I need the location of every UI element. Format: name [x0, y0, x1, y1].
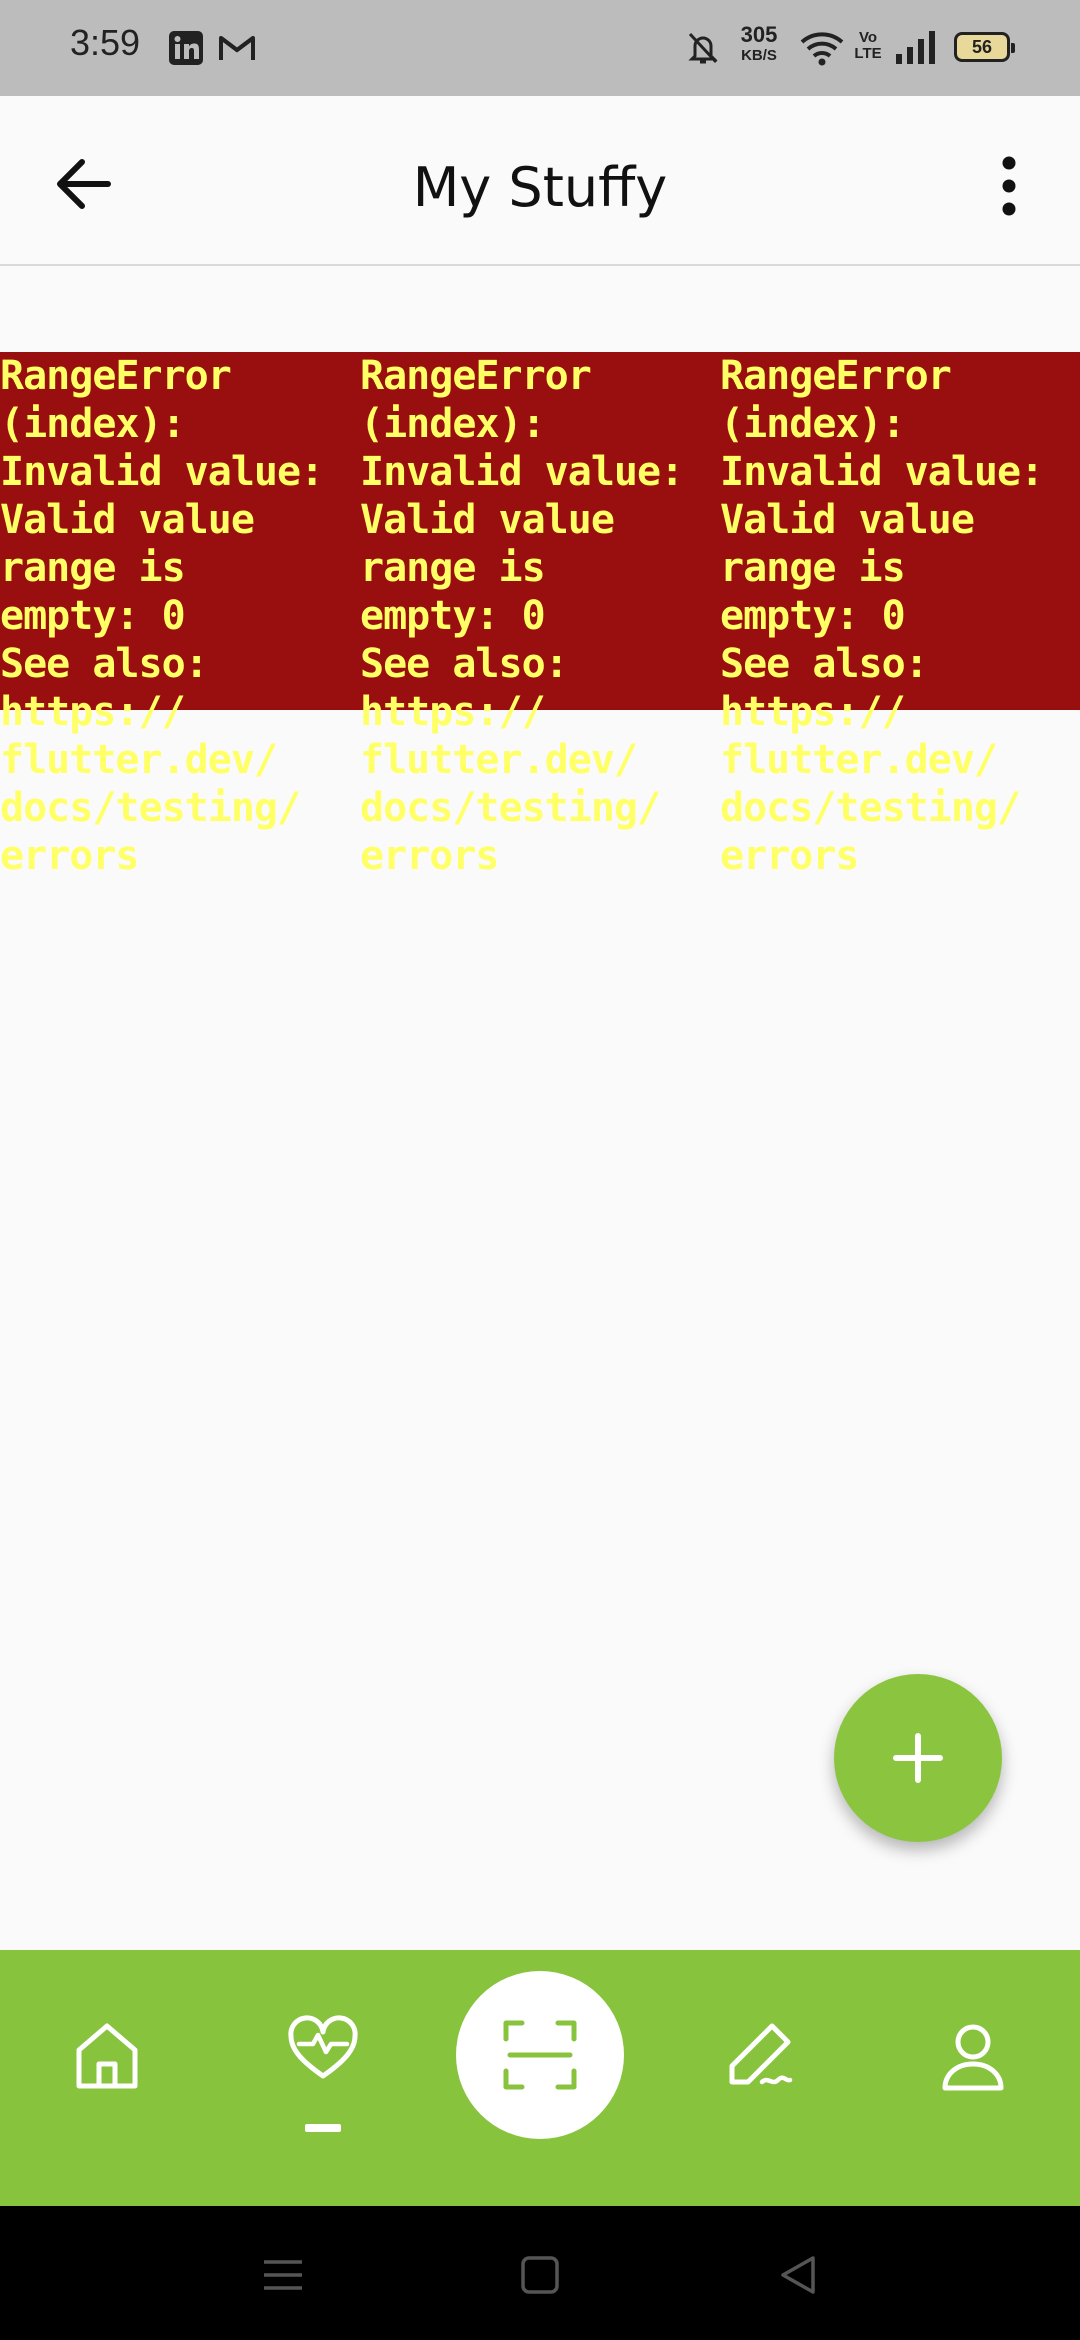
- wifi-icon: [800, 32, 844, 66]
- more-vertical-icon[interactable]: [985, 151, 1033, 221]
- error-message: RangeError (index): Invalid value: Valid…: [360, 353, 684, 879]
- gmail-icon: [219, 36, 255, 60]
- app-bar: My Stuffy: [0, 96, 1080, 266]
- error-message: RangeError (index): Invalid value: Valid…: [720, 353, 1044, 879]
- network-speed-value: 305: [740, 22, 778, 47]
- error-message: RangeError (index): Invalid value: Valid…: [0, 353, 324, 879]
- status-time: 3:59: [70, 22, 141, 63]
- pen-icon[interactable]: [718, 2016, 798, 2096]
- menu-icon[interactable]: [258, 2250, 308, 2300]
- home-square-icon[interactable]: [515, 2250, 565, 2300]
- signal-icon: [896, 31, 935, 64]
- network-speed-unit: KB/S: [741, 47, 777, 64]
- error-cell: RangeError (index): Invalid value: Valid…: [360, 352, 720, 892]
- status-bar: 3:59 305 KB/S Vo LTE 56: [0, 0, 1080, 96]
- linkedin-icon: [169, 31, 203, 65]
- network-speed: 305 KB/S: [734, 22, 784, 64]
- battery-icon: 56: [954, 32, 1015, 62]
- error-cell: RangeError (index): Invalid value: Valid…: [0, 352, 360, 892]
- active-tab-indicator: [305, 2124, 341, 2132]
- system-nav-bar: [0, 2206, 1080, 2340]
- screen: 3:59 305 KB/S Vo LTE 56 My Stuffy RangeE…: [0, 0, 1080, 2340]
- error-cell: RangeError (index): Invalid value: Valid…: [720, 352, 1080, 892]
- home-icon[interactable]: [67, 2016, 147, 2096]
- add-button[interactable]: [834, 1674, 1002, 1842]
- bottom-nav: [0, 1950, 1080, 2206]
- heart-pulse-icon[interactable]: [283, 2008, 363, 2088]
- scan-button[interactable]: [456, 1971, 624, 2139]
- page-title: My Stuffy: [412, 156, 668, 219]
- mute-bell-icon: [688, 32, 718, 64]
- plus-icon: [893, 1733, 943, 1783]
- battery-level: 56: [971, 36, 993, 57]
- user-icon[interactable]: [933, 2016, 1013, 2096]
- scan-icon: [503, 2020, 577, 2090]
- volte-label: Vo LTE: [854, 29, 882, 62]
- error-grid: RangeError (index): Invalid value: Valid…: [0, 352, 1080, 892]
- volte-icon: Vo LTE: [854, 30, 882, 62]
- back-triangle-icon[interactable]: [773, 2250, 823, 2300]
